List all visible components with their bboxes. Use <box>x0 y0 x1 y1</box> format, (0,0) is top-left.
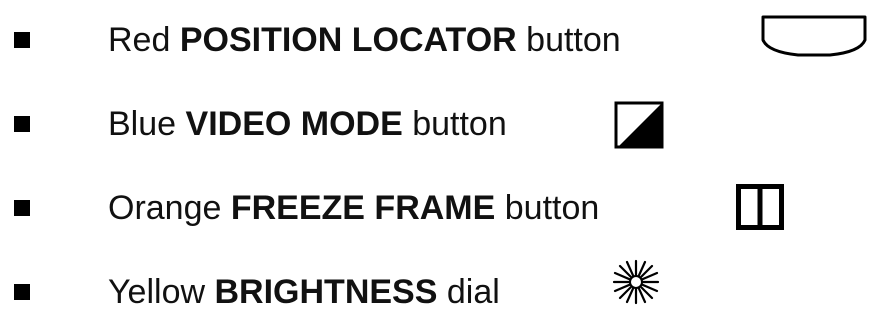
bullet-square-icon <box>14 284 30 300</box>
bullet-square-icon <box>14 32 30 48</box>
list-item-brightness: Yellow BRIGHTNESS dial <box>0 259 873 322</box>
color-word: Yellow <box>108 273 206 311</box>
item-text: Yellow BRIGHTNESS dial <box>108 262 500 322</box>
control-name: FREEZE FRAME <box>230 189 496 227</box>
video-mode-icon <box>614 101 664 149</box>
control-name: BRIGHTNESS <box>214 273 438 311</box>
list-item-video-mode: Blue VIDEO MODE button <box>0 94 873 154</box>
control-type: dial <box>446 273 500 311</box>
list-item-position-locator: Red POSITION LOCATOR button <box>0 10 873 70</box>
control-list: Red POSITION LOCATOR button Blue VIDEO M… <box>0 0 873 334</box>
position-locator-icon <box>760 10 868 58</box>
control-name: VIDEO MODE <box>185 105 403 143</box>
control-type: button <box>412 105 507 143</box>
bullet-square-icon <box>14 116 30 132</box>
brightness-icon <box>610 258 662 306</box>
color-word: Blue <box>108 105 177 143</box>
bullet-square-icon <box>14 200 30 216</box>
item-text: Red POSITION LOCATOR button <box>108 10 621 70</box>
color-word: Orange <box>108 189 222 227</box>
color-word: Red <box>108 21 171 59</box>
list-item-freeze-frame: Orange FREEZE FRAME button <box>0 178 873 238</box>
item-text: Blue VIDEO MODE button <box>108 94 507 154</box>
control-type: button <box>504 189 600 227</box>
control-type: button <box>526 21 621 59</box>
control-name: POSITION LOCATOR <box>179 21 517 59</box>
item-text: Orange FREEZE FRAME button <box>108 178 599 238</box>
freeze-frame-icon <box>736 184 784 230</box>
